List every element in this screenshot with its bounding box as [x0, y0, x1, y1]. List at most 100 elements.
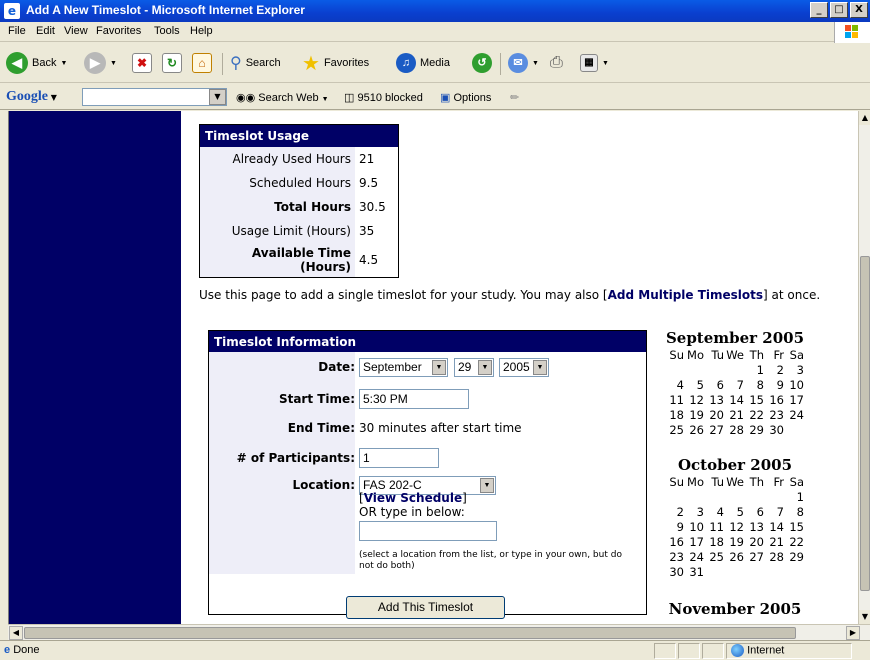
- start-time-input[interactable]: 5:30 PM: [359, 389, 469, 409]
- highlighter-icon[interactable]: ✏: [510, 91, 519, 104]
- google-logo[interactable]: Google ▼: [6, 89, 57, 105]
- media-button[interactable]: ♫ Media: [396, 51, 450, 75]
- intro-text: Use this page to add a single timeslot f…: [199, 288, 821, 302]
- menu-view[interactable]: View: [64, 25, 88, 37]
- maximize-button[interactable]: □: [830, 2, 848, 18]
- scroll-right-icon[interactable]: ▶: [846, 626, 860, 640]
- usage-value: 9.5: [355, 171, 398, 195]
- forward-arrow-icon: ▶: [84, 52, 106, 74]
- google-search-dropdown[interactable]: ▼: [209, 89, 226, 105]
- home-button[interactable]: ⌂: [192, 51, 212, 75]
- menu-help[interactable]: Help: [190, 25, 213, 37]
- minimize-button[interactable]: _: [810, 2, 828, 18]
- chevron-down-icon: ▼: [480, 478, 494, 493]
- stop-button[interactable]: ✖: [132, 51, 152, 75]
- calendar-day: 6: [716, 377, 724, 392]
- vertical-scroll-thumb[interactable]: [860, 256, 870, 591]
- participants-input[interactable]: 1: [359, 448, 439, 468]
- search-button[interactable]: ⚲ Search: [230, 51, 281, 75]
- title-bar: e Add A New Timeslot - Microsoft Interne…: [0, 0, 870, 22]
- back-label: Back: [32, 57, 57, 69]
- year-select[interactable]: 2005 ▼: [499, 358, 549, 377]
- vertical-scrollbar[interactable]: ▲ ▼: [858, 111, 870, 624]
- print-button[interactable]: ⎙: [550, 51, 563, 75]
- horizontal-scroll-thumb[interactable]: [24, 627, 796, 639]
- popup-blocker-icon: ◫: [344, 92, 355, 104]
- calendar-day: 24: [789, 407, 804, 422]
- month-select[interactable]: September ▼: [359, 358, 448, 377]
- search-icon: ⚲: [230, 55, 242, 72]
- other-location-input[interactable]: [359, 521, 497, 541]
- calendar-day: [745, 564, 765, 579]
- calendar-day: 25: [709, 549, 724, 564]
- calendar-day: 13: [749, 519, 764, 534]
- refresh-icon: ↻: [162, 53, 182, 73]
- calendar-day: [665, 362, 685, 377]
- history-button[interactable]: ↺: [472, 51, 492, 75]
- popup-blocker-button[interactable]: ◫ 9510 blocked: [344, 91, 423, 104]
- usage-label: Available Time (Hours): [200, 243, 355, 277]
- close-button[interactable]: X: [850, 2, 868, 18]
- favorites-button[interactable]: ★ Favorites: [302, 51, 369, 75]
- calendar-day: 1: [756, 362, 764, 377]
- calendar-day: 30: [769, 422, 784, 437]
- scroll-left-icon[interactable]: ◀: [9, 626, 23, 640]
- calendar-day: 11: [709, 519, 724, 534]
- calendar-day: 12: [729, 519, 744, 534]
- weekday-label: Tu: [711, 474, 724, 489]
- calendar-day: 26: [689, 422, 704, 437]
- menu-edit[interactable]: Edit: [36, 25, 55, 37]
- calendar-day: 29: [749, 422, 764, 437]
- calendar-day: 24: [689, 549, 704, 564]
- calendar-day: 7: [776, 504, 784, 519]
- usage-title: Timeslot Usage: [200, 125, 398, 147]
- chevron-down-icon: ▼: [602, 59, 609, 67]
- menu-tools[interactable]: Tools: [154, 25, 180, 37]
- google-search-input[interactable]: [82, 88, 227, 106]
- chevron-down-icon: ▼: [432, 360, 446, 375]
- day-select[interactable]: 29 ▼: [454, 358, 494, 377]
- search-web-button[interactable]: ◉◉ Search Web ▼: [236, 91, 329, 104]
- printer-icon: ⎙: [550, 54, 563, 71]
- security-zone: Internet: [731, 644, 784, 657]
- participants-label: # of Participants:: [236, 451, 355, 465]
- add-timeslot-button[interactable]: Add This Timeslot: [346, 596, 505, 619]
- weekday-label: Sa: [789, 474, 804, 489]
- calendar-day: 15: [789, 519, 804, 534]
- calendar-day: 18: [669, 407, 684, 422]
- usage-row: Already Used Hours 21: [200, 147, 398, 171]
- menu-favorites[interactable]: Favorites: [96, 25, 141, 37]
- refresh-button[interactable]: ↻: [162, 51, 182, 75]
- calendar-day: [705, 489, 725, 504]
- calendar-day: 12: [689, 392, 704, 407]
- forward-button[interactable]: ▶ ▼: [84, 51, 117, 75]
- calendar-day: [765, 489, 785, 504]
- options-icon: ▣: [440, 92, 451, 104]
- chevron-down-icon: ▼: [532, 59, 539, 67]
- view-schedule-link[interactable]: [View Schedule]: [359, 491, 467, 505]
- calendar-day: 20: [749, 534, 764, 549]
- scroll-up-icon[interactable]: ▲: [859, 111, 870, 125]
- calendar-day: [785, 422, 805, 437]
- menu-file[interactable]: File: [8, 25, 26, 37]
- calendar-october: October 2005 Su Mo Tu We Th Fr Sa 1 2 3 …: [665, 456, 805, 579]
- standard-toolbar: ◀ Back ▼ ▶ ▼ ✖ ↻ ⌂ ⚲ Search ★ Favorites …: [0, 43, 870, 83]
- status-bar: e Done Internet: [0, 640, 870, 660]
- calendar-day: [685, 362, 705, 377]
- calendar-day: 2: [676, 504, 684, 519]
- usage-value: 21: [355, 147, 398, 171]
- back-button[interactable]: ◀ Back ▼: [6, 51, 67, 75]
- end-time-value: 30 minutes after start time: [359, 421, 522, 435]
- calendar-day: 26: [729, 549, 744, 564]
- calendar-day: 21: [769, 534, 784, 549]
- add-multiple-timeslots-link[interactable]: Add Multiple Timeslots: [608, 288, 763, 302]
- scroll-down-icon[interactable]: ▼: [859, 610, 870, 624]
- edit-button[interactable]: ▦ ▼: [580, 51, 609, 75]
- options-button[interactable]: ▣ Options: [440, 91, 491, 104]
- calendar-day: 23: [669, 549, 684, 564]
- calendar-day: 2: [776, 362, 784, 377]
- calendar-day: 16: [769, 392, 784, 407]
- horizontal-scrollbar[interactable]: ◀ ▶: [8, 624, 870, 640]
- mail-button[interactable]: ✉ ▼: [508, 51, 539, 75]
- usage-value: 30.5: [355, 195, 398, 219]
